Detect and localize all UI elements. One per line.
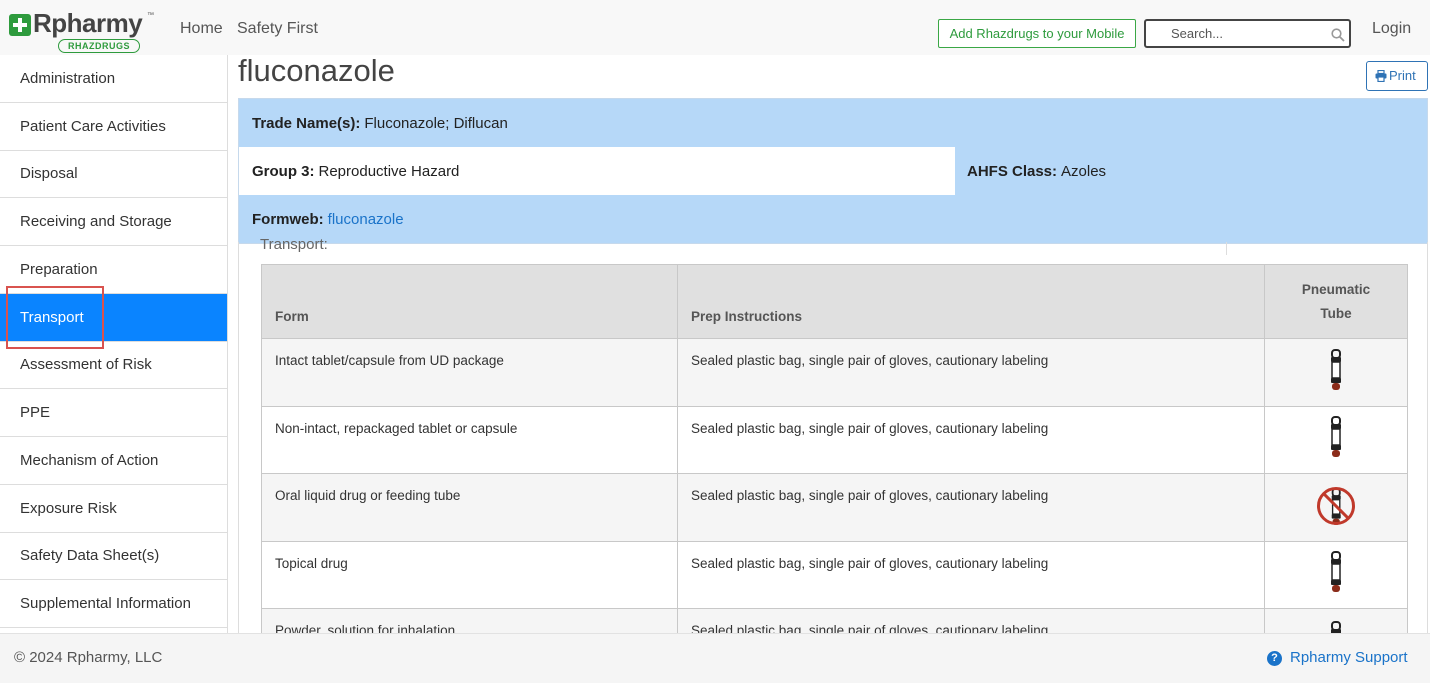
page-title: fluconazole <box>238 55 395 88</box>
pneumatic-tube-allowed-icon <box>1331 621 1341 633</box>
sidebar-item-label: Safety Data Sheet(s) <box>20 547 160 565</box>
tube-header-line2: Tube <box>1320 305 1352 321</box>
add-to-mobile-button[interactable]: Add Rhazdrugs to your Mobile <box>938 19 1136 48</box>
rpharmy-logo[interactable]: Rpharmy ™ RHAZDRUGS <box>9 8 159 56</box>
medical-cross-icon <box>9 14 31 36</box>
prep-cell: Sealed plastic bag, single pair of glove… <box>677 405 1265 474</box>
table-row: Intact tablet/capsule from UD package Se… <box>261 338 1408 407</box>
top-navbar: Rpharmy ™ RHAZDRUGS Home Safety First Ad… <box>0 0 1430 60</box>
table-row: Oral liquid drug or feeding tube Sealed … <box>261 473 1408 542</box>
column-header-prep: Prep Instructions <box>677 264 1265 339</box>
group-value: Reproductive Hazard <box>318 162 460 180</box>
group-ahfs-row: Group 3: Reproductive Hazard AHFS Class:… <box>239 147 1427 195</box>
question-circle-icon: ? <box>1267 651 1282 666</box>
logo-wordmark: Rpharmy <box>33 8 143 38</box>
nav-home-link[interactable]: Home <box>180 20 223 38</box>
print-button[interactable]: Print <box>1366 61 1428 91</box>
form-cell: Non-intact, repackaged tablet or capsule <box>261 405 678 474</box>
sidebar-item-label: Assessment of Risk <box>20 356 152 374</box>
section-label: Transport: <box>260 236 328 253</box>
sidebar-item-mechanism-of-action[interactable]: Mechanism of Action <box>0 437 227 485</box>
sidebar-item-supplemental-information[interactable]: Supplemental Information <box>0 580 227 628</box>
table-row: Powder, solution for inhalation Sealed p… <box>261 608 1408 633</box>
trade-name-value: Fluconazole; Diflucan <box>364 114 508 132</box>
drug-info-panel: Trade Name(s): Fluconazole; Diflucan Gro… <box>238 98 1428 244</box>
pneumatic-tube-allowed-icon <box>1331 348 1341 390</box>
login-link[interactable]: Login <box>1372 20 1411 38</box>
logo-subtitle: RHAZDRUGS <box>58 39 140 53</box>
tube-cell <box>1264 608 1408 633</box>
formweb-label: Formweb: <box>252 210 324 228</box>
transport-section: Transport: Form Prep Instructions Pneuma… <box>238 236 1428 633</box>
footer: © 2024 Rpharmy, LLC ? Rpharmy Support <box>0 633 1430 683</box>
form-cell: Oral liquid drug or feeding tube <box>261 473 678 542</box>
sidebar-item-disposal[interactable]: Disposal <box>0 151 227 199</box>
prep-cell: Sealed plastic bag, single pair of glove… <box>677 608 1265 633</box>
sidebar-item-label: Administration <box>20 69 116 87</box>
sidebar-item-patient-care-activities[interactable]: Patient Care Activities <box>0 103 227 151</box>
sidebar-item-ppe[interactable]: PPE <box>0 389 227 437</box>
column-header-form: Form <box>261 264 678 339</box>
sidebar-item-label: Disposal <box>20 165 78 183</box>
sidebar-item-label: Receiving and Storage <box>20 213 172 231</box>
sidebar-item-receiving-and-storage[interactable]: Receiving and Storage <box>0 198 227 246</box>
search-box <box>1144 19 1351 48</box>
trademark-symbol: ™ <box>147 12 154 19</box>
support-label: Rpharmy Support <box>1290 649 1408 666</box>
transport-table: Form Prep Instructions Pneumatic Tube In… <box>261 264 1408 633</box>
tube-cell <box>1264 540 1408 609</box>
printer-icon <box>1375 69 1387 83</box>
sidebar-item-label: Supplemental Information <box>20 595 191 613</box>
search-input[interactable] <box>1146 21 1326 46</box>
print-label: Print <box>1389 68 1416 83</box>
prep-cell: Sealed plastic bag, single pair of glove… <box>677 473 1265 542</box>
ahfs-class-label: AHFS Class: <box>967 162 1058 180</box>
form-cell: Topical drug <box>261 540 678 609</box>
sidebar-item-exposure-risk[interactable]: Exposure Risk <box>0 485 227 533</box>
selection-highlight-box <box>6 285 104 349</box>
column-header-pneumatic-tube: Pneumatic Tube <box>1264 264 1408 339</box>
sidebar-item-label: Exposure Risk <box>20 499 117 517</box>
main-content: fluconazole Print Trade Name(s): Flucona… <box>228 55 1430 633</box>
pneumatic-tube-allowed-icon <box>1331 551 1341 593</box>
pneumatic-tube-prohibited-icon <box>1317 486 1355 525</box>
sidebar-item-label: Mechanism of Action <box>20 451 159 469</box>
sidebar-item-label: Preparation <box>20 260 98 278</box>
tube-cell <box>1264 405 1408 474</box>
pneumatic-tube-allowed-icon <box>1331 416 1341 458</box>
tube-cell <box>1264 473 1408 542</box>
support-link[interactable]: ? Rpharmy Support <box>1267 649 1408 666</box>
nav-safety-first-link[interactable]: Safety First <box>237 20 318 38</box>
sidebar-item-label: Patient Care Activities <box>20 117 166 135</box>
divider <box>1226 242 1227 255</box>
formweb-link[interactable]: fluconazole <box>328 211 404 228</box>
tube-header-line1: Pneumatic <box>1301 281 1371 297</box>
form-cell: Intact tablet/capsule from UD package <box>261 338 678 407</box>
sidebar-item-safety-data-sheets[interactable]: Safety Data Sheet(s) <box>0 533 227 581</box>
table-row: Non-intact, repackaged tablet or capsule… <box>261 405 1408 474</box>
sidebar-item-administration[interactable]: Administration <box>0 55 227 103</box>
ahfs-class-value: Azoles <box>1061 162 1107 180</box>
group-label: Group 3: <box>252 162 315 180</box>
sidebar-item-transport[interactable]: Transport <box>0 285 227 349</box>
prep-cell: Sealed plastic bag, single pair of glove… <box>677 338 1265 407</box>
sidebar-item-label: PPE <box>20 404 51 422</box>
table-row: Topical drug Sealed plastic bag, single … <box>261 540 1408 609</box>
search-icon[interactable] <box>1331 28 1345 42</box>
trade-name-row: Trade Name(s): Fluconazole; Diflucan <box>239 99 1427 147</box>
copyright-text: © 2024 Rpharmy, LLC <box>14 649 163 666</box>
prep-cell: Sealed plastic bag, single pair of glove… <box>677 540 1265 609</box>
formweb-row: Formweb: fluconazole <box>239 195 1427 243</box>
table-header-row: Form Prep Instructions Pneumatic Tube <box>261 264 1408 339</box>
sidebar: Administration Patient Care Activities D… <box>0 55 228 633</box>
tube-cell <box>1264 338 1408 407</box>
trade-name-label: Trade Name(s): <box>252 114 361 132</box>
form-cell: Powder, solution for inhalation <box>261 608 678 633</box>
